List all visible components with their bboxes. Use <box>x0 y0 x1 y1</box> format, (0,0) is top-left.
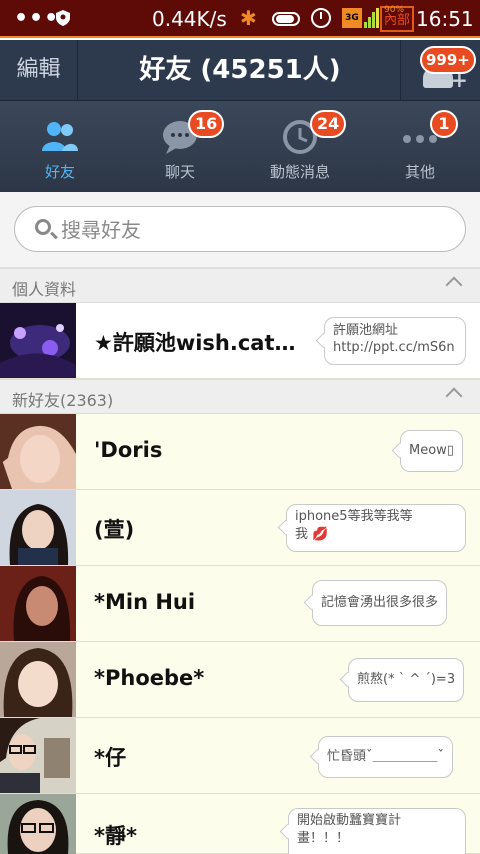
tab-more[interactable]: 1 其他 <box>360 101 480 192</box>
friend-name: *Min Hui <box>94 590 196 614</box>
avatar <box>0 566 76 641</box>
status-line: 我 💋 <box>295 527 329 542</box>
menu-dots-icon: ••• <box>14 6 60 31</box>
avatar <box>0 794 76 854</box>
tab-label: 其他 <box>404 163 435 181</box>
profile-name: ★許願池wish.cat… <box>94 331 296 355</box>
tab-bar: 好友 16 聊天 24 動態消息 1 其他 <box>0 101 480 192</box>
friend-row[interactable]: *Phoebe* 煎熬(* ˋ ^ ˊ)=3 <box>0 642 480 718</box>
tab-label: 聊天 <box>164 163 195 181</box>
avatar <box>0 490 76 565</box>
section-header-profile[interactable]: 個人資料 <box>0 268 480 303</box>
section-title-text: 新好友 <box>12 391 61 410</box>
signal-icon <box>364 8 379 28</box>
battery-icon: 90% 內部 <box>380 5 414 32</box>
avatar <box>0 303 76 378</box>
status-bubble: Meow▯ <box>400 430 463 472</box>
section-count: (2363) <box>60 391 114 410</box>
alarm-icon <box>311 8 331 28</box>
page-title: 好友 (45251人) <box>139 55 341 85</box>
status-line: http://ppt.cc/mS6n <box>333 340 455 355</box>
add-friend-badge: 999+ <box>420 46 476 74</box>
avatar <box>0 642 76 717</box>
sim-icon: 3G <box>342 8 362 28</box>
app-header: 編輯 好友 (45251人) + <box>0 40 480 101</box>
search-box[interactable] <box>14 206 466 252</box>
search-icon <box>35 219 51 235</box>
edit-button[interactable]: 編輯 <box>0 40 78 100</box>
toggle-icon <box>272 12 300 26</box>
section-header-new-friends[interactable]: 新好友(2363) <box>0 379 480 414</box>
status-line: iphone5等我等我等 <box>295 509 413 524</box>
avatar <box>0 718 76 793</box>
friend-name: (萱) <box>94 518 135 542</box>
search-input[interactable] <box>61 215 441 245</box>
friend-name: *Phoebe* <box>94 666 205 690</box>
status-line: 畫！！！ <box>297 831 350 846</box>
friend-row[interactable]: 'Doris Meow▯ <box>0 414 480 490</box>
timeline-badge: 24 <box>310 110 347 138</box>
friend-row[interactable]: *Min Hui 記憶會湧出很多很多 <box>0 566 480 642</box>
avatar <box>0 414 76 489</box>
shield-icon <box>56 10 70 26</box>
search-area <box>0 192 480 268</box>
tab-chat[interactable]: 16 聊天 <box>120 101 240 192</box>
status-bubble: 開始啟動蠶寶寶計 畫！！！ <box>288 808 466 854</box>
tab-timeline[interactable]: 24 動態消息 <box>240 101 360 192</box>
status-bubble: iphone5等我等我等 我 💋 <box>286 504 466 552</box>
status-bubble: 煎熬(* ˋ ^ ˊ)=3 <box>348 658 465 702</box>
status-bubble: 許願池網址 http://ppt.cc/mS6n <box>324 317 466 365</box>
tab-label: 動態消息 <box>269 163 330 181</box>
status-bar: ••• 0.44K/s ✱ 3G 90% 內部 16:51 <box>0 0 480 38</box>
more-badge: 1 <box>430 110 458 138</box>
section-title: 個人資料 <box>12 280 77 299</box>
friend-row[interactable]: *仔 忙昏頭ˇ＿＿＿＿＿ˇ <box>0 718 480 794</box>
status-bubble: 忙昏頭ˇ＿＿＿＿＿ˇ <box>318 736 454 778</box>
friend-name: *靜* <box>94 824 137 848</box>
friend-name: *仔 <box>94 746 126 770</box>
battery-label: 內部 <box>383 13 410 28</box>
tab-friends[interactable]: 好友 <box>0 101 120 192</box>
status-bubble: 記憶會湧出很多很多 <box>312 580 448 626</box>
status-line: Meow▯ <box>409 443 454 458</box>
chevron-up-icon <box>445 387 463 405</box>
status-line: 開始啟動蠶寶寶計 <box>297 813 402 828</box>
status-line: 忙昏頭ˇ＿＿＿＿＿ˇ <box>327 749 445 764</box>
profile-row[interactable]: ★許願池wish.cat… 許願池網址 http://ppt.cc/mS6n <box>0 303 480 379</box>
friend-row[interactable]: *靜* 開始啟動蠶寶寶計 畫！！！ <box>0 794 480 854</box>
chevron-up-icon <box>445 276 463 294</box>
status-line: 許願池網址 <box>333 323 399 338</box>
clock-time: 16:51 <box>416 7 474 31</box>
friend-name: 'Doris <box>94 438 163 462</box>
chat-badge: 16 <box>188 110 225 138</box>
friends-icon <box>42 122 78 151</box>
status-line: 記憶會湧出很多很多 <box>321 595 439 610</box>
friend-row[interactable]: (萱) iphone5等我等我等 我 💋 <box>0 490 480 566</box>
bluetooth-icon: ✱ <box>240 6 257 30</box>
network-speed: 0.44K/s <box>152 7 227 31</box>
section-title: 新好友(2363) <box>12 387 113 411</box>
tab-label: 好友 <box>44 163 75 181</box>
status-line: 煎熬(* ˋ ^ ˊ)=3 <box>357 672 456 687</box>
